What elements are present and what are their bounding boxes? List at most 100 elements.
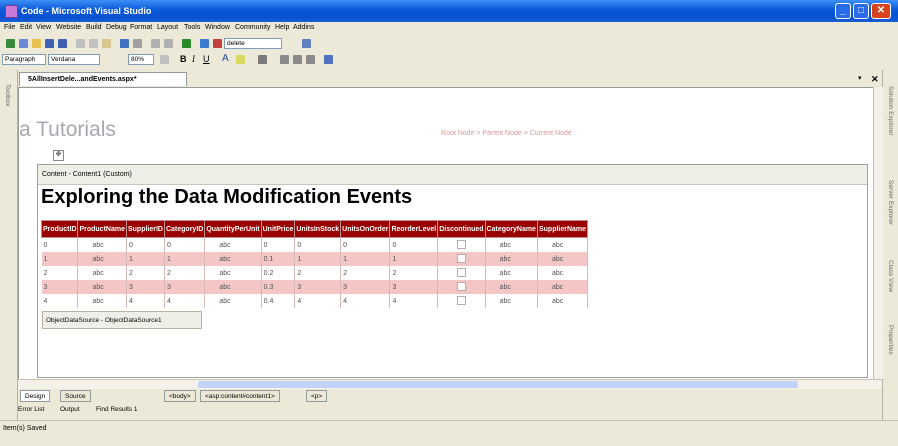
table-row[interactable]: 4 abc 4 4 abc 0.4 4 4 4 abc abc xyxy=(41,294,589,308)
hyperlink-icon[interactable] xyxy=(324,55,333,64)
design-view-button[interactable]: Design xyxy=(20,390,51,402)
search-combo[interactable]: delete xyxy=(224,38,282,49)
menu-format[interactable]: Format xyxy=(130,24,152,31)
table-row[interactable]: 0 abc 0 0 abc 0 0 0 0 abc abc xyxy=(41,237,589,252)
content-control[interactable]: Content - Content1 (Custom) Exploring th… xyxy=(37,164,868,378)
menu-window[interactable]: Window xyxy=(205,24,230,31)
menu-help[interactable]: Help xyxy=(275,24,289,31)
menu-addins[interactable]: Addins xyxy=(293,24,314,31)
column-header[interactable]: UnitsOnOrder xyxy=(340,220,391,238)
close-button[interactable]: ✕ xyxy=(871,3,891,19)
options-icon[interactable] xyxy=(302,39,311,48)
minimize-button[interactable]: _ xyxy=(835,3,851,19)
discontinued-checkbox[interactable] xyxy=(456,267,466,277)
server-explorer-tab[interactable]: Server Explorer xyxy=(887,180,894,225)
maximize-button[interactable]: □ xyxy=(853,3,869,19)
grid-header-row: ProductID ProductName SupplierID CategoryID… xyxy=(40,220,589,238)
table-cell: abc xyxy=(485,266,538,280)
menu-layout[interactable]: Layout xyxy=(157,24,178,31)
discontinued-checkbox[interactable] xyxy=(456,239,466,249)
redo-icon[interactable] xyxy=(133,39,142,48)
crumb-body[interactable]: <body> xyxy=(164,390,196,402)
bold-icon[interactable]: B xyxy=(180,54,187,64)
table-cell: 0 xyxy=(41,237,79,252)
document-tab[interactable]: 5AllInsertDele...andEvents.aspx* xyxy=(19,72,187,86)
block-format-combo[interactable]: Paragraph xyxy=(2,54,46,65)
font-size-icon[interactable] xyxy=(160,55,169,64)
object-data-source[interactable]: ObjectDataSource - ObjectDataSource1 xyxy=(42,311,202,329)
column-header[interactable]: SupplierID xyxy=(125,220,165,238)
table-cell: abc xyxy=(537,294,589,308)
table-row[interactable]: 1 abc 1 1 abc 0.1 1 1 1 abc abc xyxy=(41,252,589,266)
find-in-files-icon[interactable] xyxy=(213,39,222,48)
open-file-icon[interactable] xyxy=(32,39,41,48)
properties-tab[interactable]: Properties xyxy=(887,325,894,355)
menu-view[interactable]: View xyxy=(36,24,51,31)
title-bar: Code - Microsoft Visual Studio _ □ ✕ xyxy=(0,0,898,22)
paste-icon[interactable] xyxy=(102,39,111,48)
save-all-icon[interactable] xyxy=(58,39,67,48)
cut-icon[interactable] xyxy=(76,39,85,48)
column-header[interactable]: SupplierName xyxy=(536,220,589,238)
class-view-tab[interactable]: Class View xyxy=(887,260,894,292)
crumb-p[interactable]: <p> xyxy=(306,390,328,402)
column-header[interactable]: CategoryID xyxy=(163,220,206,238)
column-header[interactable]: ReorderLevel xyxy=(389,220,439,238)
column-header[interactable]: UnitsInStock xyxy=(294,220,342,238)
sitemap-path[interactable]: Root Node > Parent Node > Current Node xyxy=(441,130,572,137)
indent-icon[interactable] xyxy=(306,55,315,64)
document-menu-icon[interactable]: ▾ xyxy=(858,74,862,82)
column-header[interactable]: Discontinued xyxy=(437,220,486,238)
horizontal-scrollbar[interactable] xyxy=(18,379,882,389)
italic-icon[interactable]: I xyxy=(192,54,195,64)
find-icon[interactable] xyxy=(200,39,209,48)
save-icon[interactable] xyxy=(45,39,54,48)
column-header[interactable]: CategoryName xyxy=(484,220,538,238)
table-cell: 4 xyxy=(294,294,342,308)
menu-website[interactable]: Website xyxy=(56,24,81,31)
toolbox-tab[interactable]: Toolbox xyxy=(4,84,11,106)
start-debug-icon[interactable] xyxy=(182,39,191,48)
highlight-icon[interactable] xyxy=(236,55,245,64)
vertical-scrollbar[interactable] xyxy=(873,87,883,379)
discontinued-checkbox[interactable] xyxy=(456,281,466,291)
source-view-button[interactable]: Source xyxy=(60,390,91,402)
discontinued-checkbox[interactable] xyxy=(456,295,466,305)
table-row[interactable]: 3 abc 3 3 abc 0.3 3 3 3 abc abc xyxy=(41,280,589,294)
column-header[interactable]: ProductID xyxy=(40,220,79,238)
font-color-icon[interactable]: A xyxy=(222,53,229,64)
find-results-tab[interactable]: Find Results 1 xyxy=(96,406,138,413)
menu-build[interactable]: Build xyxy=(86,24,102,31)
column-header[interactable]: UnitPrice xyxy=(260,220,296,238)
output-tab[interactable]: Output xyxy=(60,406,80,413)
bulleted-list-icon[interactable] xyxy=(293,55,302,64)
gridview[interactable]: ProductID ProductName SupplierID CategoryID… xyxy=(40,220,589,308)
menu-community[interactable]: Community xyxy=(235,24,270,31)
new-project-icon[interactable] xyxy=(19,39,28,48)
menu-debug[interactable]: Debug xyxy=(106,24,127,31)
discontinued-checkbox[interactable] xyxy=(456,253,466,263)
align-icon[interactable] xyxy=(258,55,267,64)
copy-icon[interactable] xyxy=(89,39,98,48)
column-header[interactable]: QuantityPerUnit xyxy=(204,220,262,238)
nav-backward-icon[interactable] xyxy=(151,39,160,48)
navigate-back-icon[interactable] xyxy=(6,39,15,48)
undo-icon[interactable] xyxy=(120,39,129,48)
font-name-combo[interactable]: Verdana xyxy=(48,54,100,65)
menu-edit[interactable]: Edit xyxy=(20,24,32,31)
crumb-content[interactable]: <asp:content#content1> xyxy=(200,390,280,402)
scroll-thumb[interactable] xyxy=(198,381,798,388)
close-document-icon[interactable]: ✕ xyxy=(871,74,879,85)
solution-explorer-tab[interactable]: Solution Explorer xyxy=(887,86,894,136)
numbered-list-icon[interactable] xyxy=(280,55,289,64)
zoom-combo[interactable]: 80% xyxy=(128,54,154,65)
underline-icon[interactable]: U xyxy=(203,54,210,64)
menu-tools[interactable]: Tools xyxy=(184,24,200,31)
table-row[interactable]: 2 abc 2 2 abc 0.2 2 2 2 abc abc xyxy=(41,266,589,280)
design-surface[interactable]: a Tutorials Root Node > Parent Node > Cu… xyxy=(18,87,875,381)
nav-forward-icon[interactable] xyxy=(164,39,173,48)
error-list-tab[interactable]: Error List xyxy=(18,406,44,413)
menu-file[interactable]: File xyxy=(4,24,15,31)
move-handle-icon[interactable]: ✥ xyxy=(53,150,64,161)
column-header[interactable]: ProductName xyxy=(77,220,127,238)
